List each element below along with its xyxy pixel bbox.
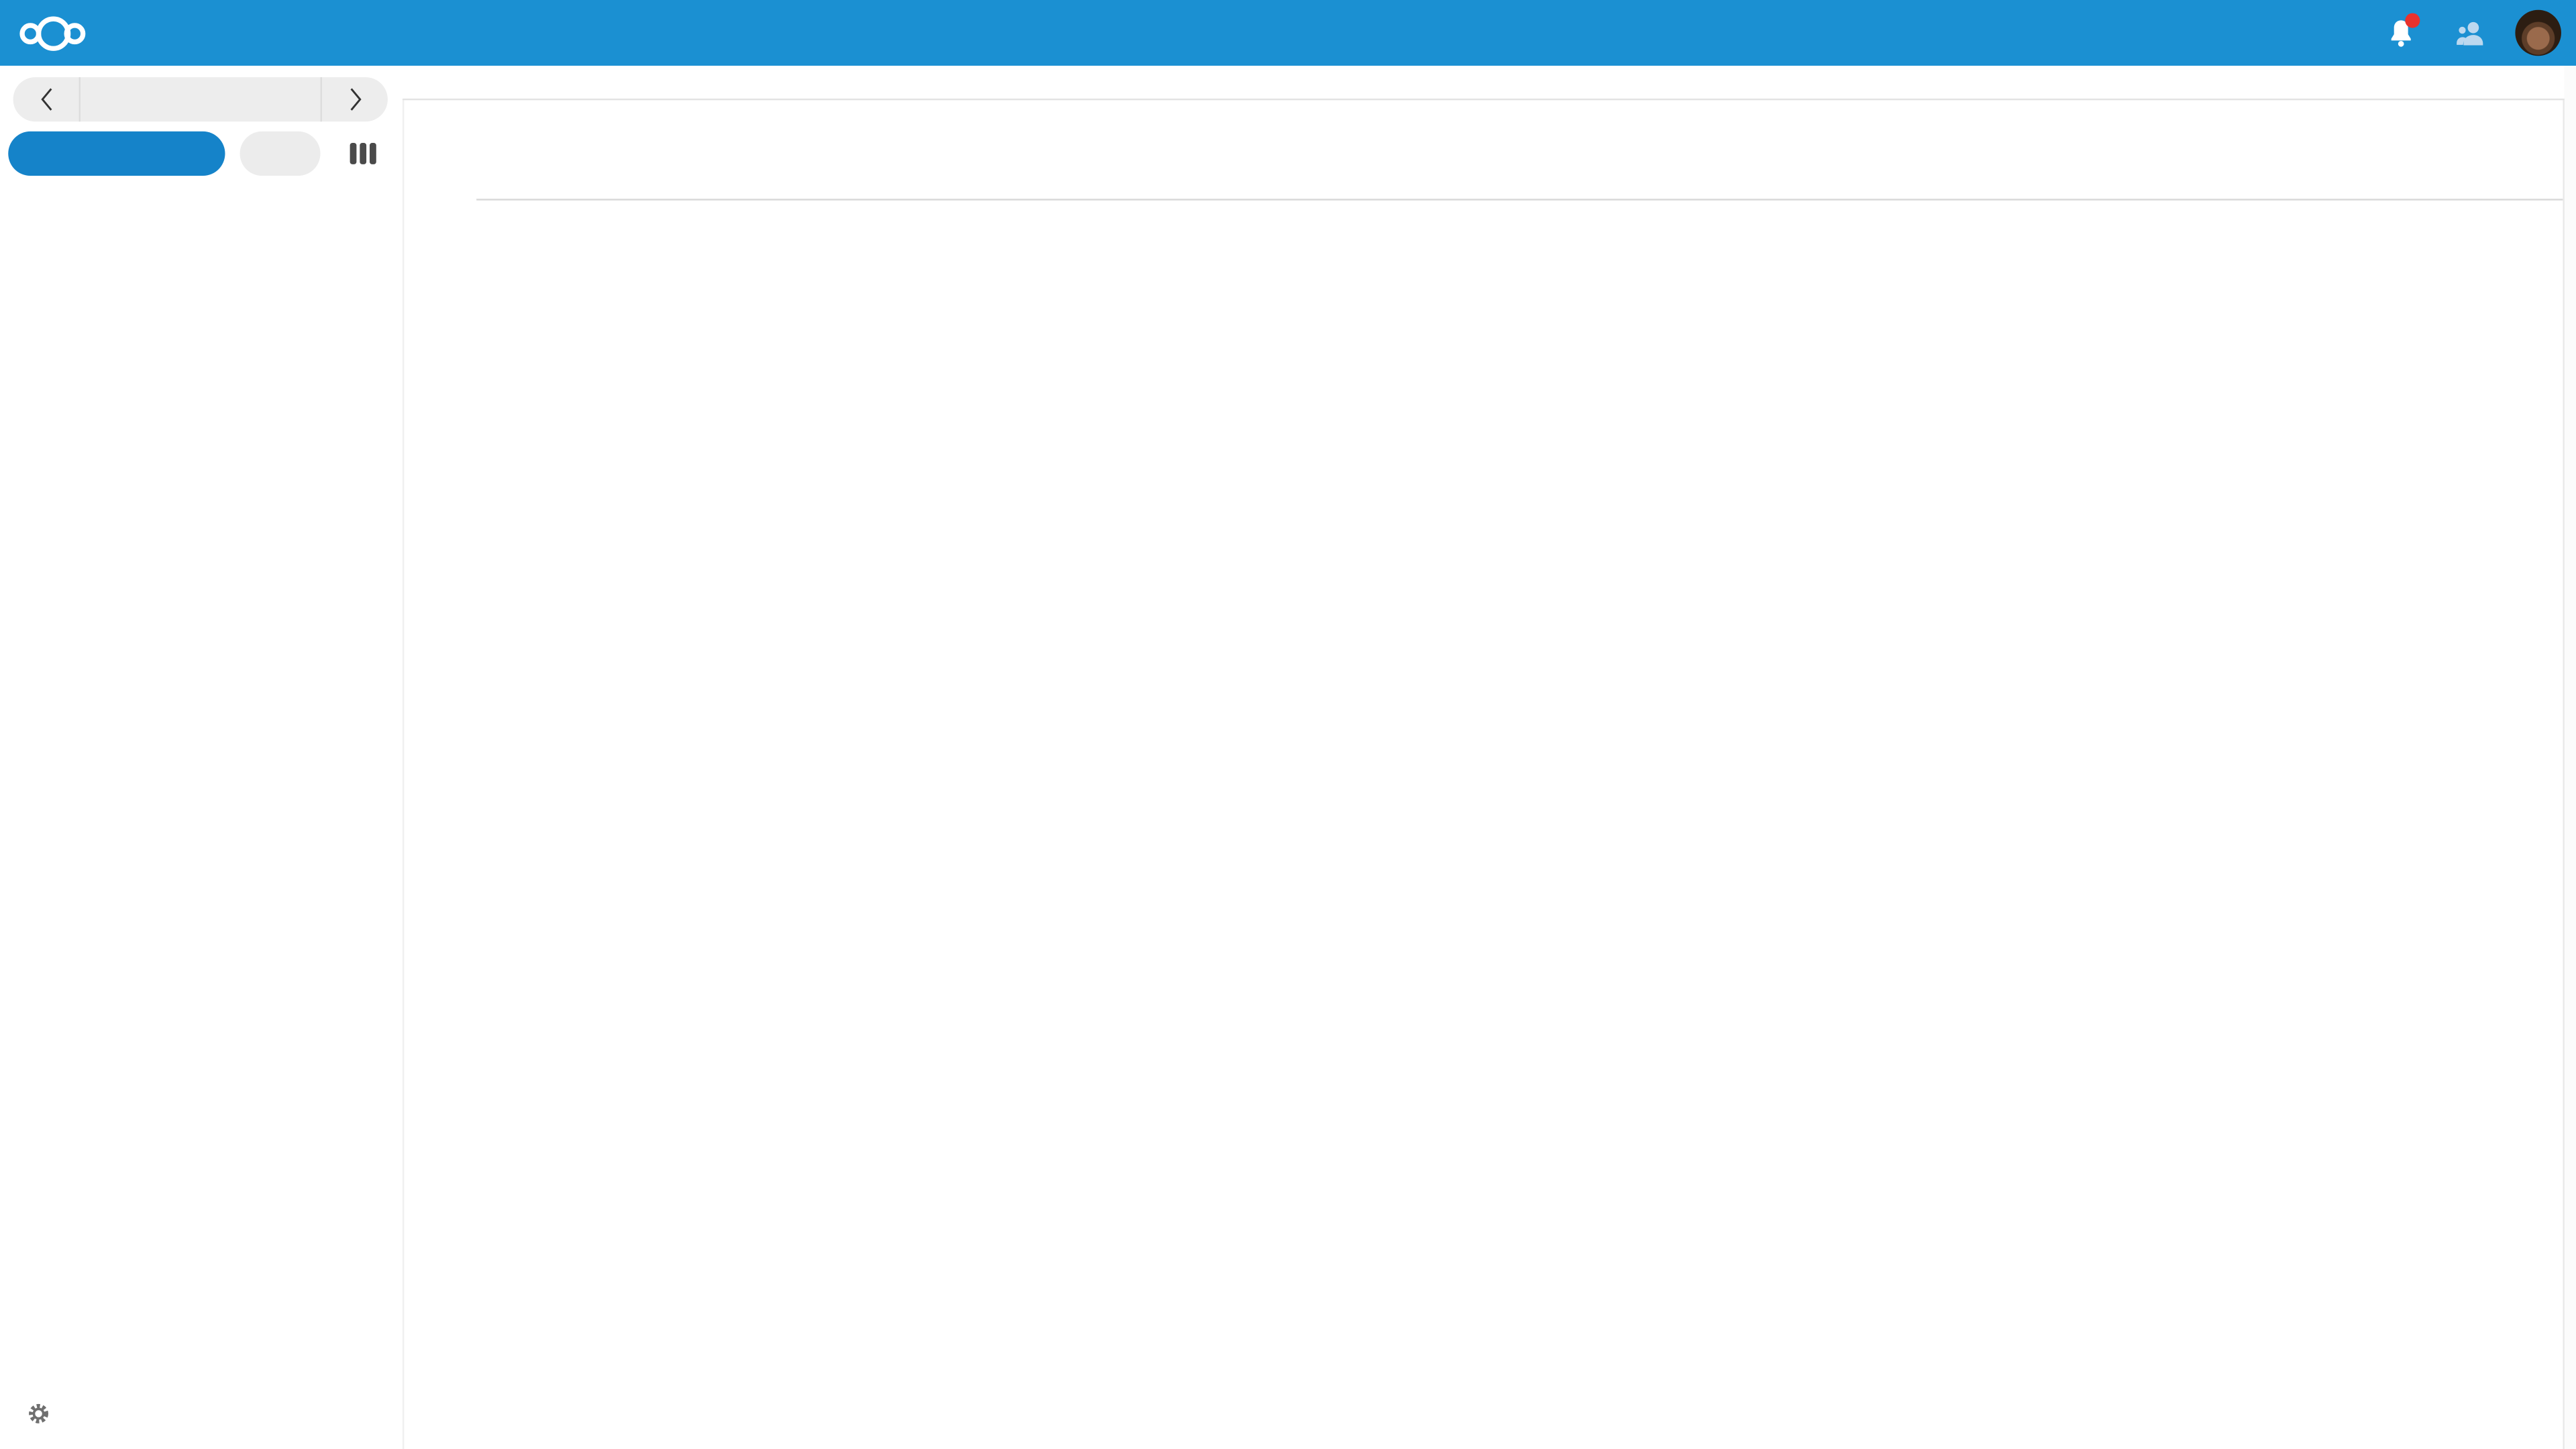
nextcloud-calendar-app: [0, 0, 2576, 1449]
gear-icon: [26, 1401, 51, 1426]
user-avatar[interactable]: [2514, 8, 2563, 57]
top-header-bar: [0, 0, 2576, 66]
avatar-photo: [2515, 10, 2561, 56]
contacts-menu-icon[interactable]: [2445, 8, 2493, 57]
week-navigation: [13, 77, 388, 121]
next-week-button[interactable]: [321, 77, 388, 121]
new-event-button[interactable]: [8, 131, 225, 176]
logo-circle: [64, 22, 86, 44]
today-button[interactable]: [240, 131, 321, 176]
calendar-sidebar: [0, 66, 402, 1449]
all-day-label: [402, 99, 464, 201]
vertical-scrollbar[interactable]: [2562, 66, 2576, 1449]
day-header-spacer: [402, 66, 476, 99]
previous-week-button[interactable]: [13, 77, 80, 121]
day-header-row: [402, 66, 2564, 100]
time-grid: [402, 201, 2564, 1449]
topbar-right: [2375, 0, 2563, 66]
nextcloud-logo-icon[interactable]: [19, 0, 85, 66]
notification-badge: [2405, 13, 2420, 28]
notifications-bell-icon[interactable]: [2375, 8, 2424, 57]
settings-import[interactable]: [0, 1390, 94, 1436]
view-toggle-icon[interactable]: [350, 143, 376, 164]
all-day-row: [476, 99, 2563, 201]
